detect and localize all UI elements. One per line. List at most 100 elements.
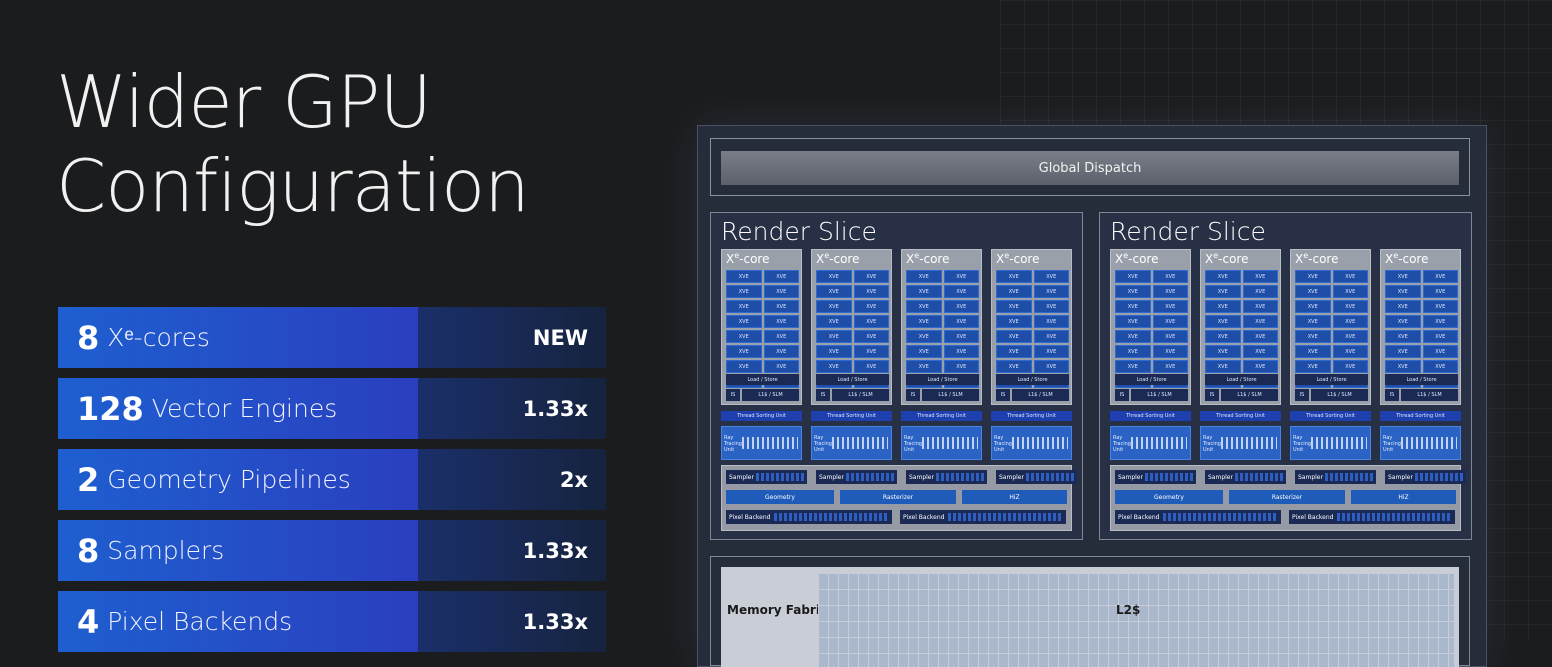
xe-core: Xe-core XVE XVE XVE XVE XVE XVE XVE XVE XVE XVE XVE… <box>991 249 1072 405</box>
xve-unit: XVE <box>1152 285 1188 298</box>
sampler-pattern <box>1415 473 1463 481</box>
stat-row-samplers: 8 Samplers 1.33x <box>58 520 606 581</box>
hiz-unit: HiZ <box>1351 490 1456 504</box>
xe-core-sup: e <box>914 251 920 260</box>
is-slm-row: IS L1$ / SLM <box>1385 389 1458 401</box>
xve-unit: XVE <box>1205 285 1241 298</box>
xe-core-label: Xe-core <box>816 251 860 266</box>
is-unit: IS <box>726 389 740 401</box>
l1-slm-unit: L1$ / SLM <box>1311 389 1368 401</box>
render-slice-title: Render Slice <box>721 217 877 246</box>
render-slice-title: Render Slice <box>1110 217 1266 246</box>
ray-tracing-unit: Ray Tracing Unit <box>811 426 892 460</box>
rasterizer-unit: Rasterizer <box>840 490 956 504</box>
sampler-unit: Sampler <box>1385 470 1466 484</box>
xve-unit: XVE <box>1385 315 1421 328</box>
xve-unit: XVE <box>1033 315 1069 328</box>
stat-change: 1.33x <box>418 591 606 652</box>
xve-unit: XVE <box>1332 345 1368 358</box>
stat-number: 8 <box>77 318 100 357</box>
hiz-unit: HiZ <box>962 490 1067 504</box>
is-slm-row: IS L1$ / SLM <box>726 389 799 401</box>
is-unit: IS <box>1115 389 1129 401</box>
xve-unit: XVE <box>1033 285 1069 298</box>
xve-unit: XVE <box>1242 360 1278 373</box>
xve-grid: XVE XVE XVE XVE XVE XVE XVE XVE XVE XVE XVE XVE XVE X… <box>906 270 979 388</box>
xe-core-sup: e <box>824 251 830 260</box>
xve-unit: XVE <box>1295 360 1331 373</box>
stat-label: Xᵉ-cores <box>107 322 210 352</box>
xe-core: Xe-core XVE XVE XVE XVE XVE XVE XVE XVE XVE XVE XVE… <box>1290 249 1371 405</box>
stat-number: 8 <box>77 531 100 570</box>
xve-unit: XVE <box>996 360 1032 373</box>
load-store-unit: Load / Store <box>906 374 979 385</box>
xve-unit: XVE <box>1385 345 1421 358</box>
stat-row-geometry-pipelines: 2 Geometry Pipelines 2x <box>58 449 606 510</box>
xve-unit: XVE <box>906 300 942 313</box>
render-slice-right: Render Slice Xe-core XVE XVE XVE XVE XVE XVE XV… <box>1099 212 1472 540</box>
xve-unit: XVE <box>1422 360 1458 373</box>
stat-change: 2x <box>418 449 606 510</box>
xve-unit: XVE <box>1115 300 1151 313</box>
xe-core: Xe-core XVE XVE XVE XVE XVE XVE XVE XVE XVE XVE XVE… <box>901 249 982 405</box>
xve-unit: XVE <box>763 360 799 373</box>
is-unit: IS <box>996 389 1010 401</box>
xve-unit: XVE <box>1033 345 1069 358</box>
xve-unit: XVE <box>943 285 979 298</box>
is-slm-row: IS L1$ / SLM <box>1205 389 1278 401</box>
xve-unit: XVE <box>763 315 799 328</box>
xve-unit: XVE <box>816 285 852 298</box>
xve-unit: XVE <box>1242 345 1278 358</box>
xe-core-label: Xe-core <box>1295 251 1339 266</box>
xve-unit: XVE <box>816 345 852 358</box>
xve-unit: XVE <box>943 315 979 328</box>
xe-core-sup: e <box>734 251 740 260</box>
xe-core-label: Xe-core <box>1205 251 1249 266</box>
xve-unit: XVE <box>1152 360 1188 373</box>
xve-unit: XVE <box>1242 315 1278 328</box>
sampler-pattern <box>936 473 984 481</box>
xve-unit: XVE <box>1242 300 1278 313</box>
xve-unit: XVE <box>943 300 979 313</box>
xve-unit: XVE <box>1332 285 1368 298</box>
xve-unit: XVE <box>906 315 942 328</box>
ray-tracing-pattern <box>1311 437 1367 449</box>
sampler-unit: Sampler <box>996 470 1077 484</box>
xe-core: Xe-core XVE XVE XVE XVE XVE XVE XVE XVE XVE XVE XVE… <box>1380 249 1461 405</box>
l1-slm-unit: L1$ / SLM <box>1012 389 1069 401</box>
gpu-block-diagram: Global Dispatch Render Slice Xe-core XVE X… <box>697 125 1487 667</box>
thread-sorting-unit: Thread Sorting Unit <box>1200 411 1281 421</box>
xe-core: Xe-core XVE XVE XVE XVE XVE XVE XVE XVE XVE XVE XVE… <box>811 249 892 405</box>
ray-tracing-pattern <box>742 437 798 449</box>
xve-unit: XVE <box>1115 330 1151 343</box>
xve-grid: XVE XVE XVE XVE XVE XVE XVE XVE XVE XVE XVE XVE XVE X… <box>1115 270 1188 388</box>
xve-unit: XVE <box>1205 330 1241 343</box>
xve-unit: XVE <box>1242 330 1278 343</box>
xve-unit: XVE <box>1152 300 1188 313</box>
pixel-backend-unit: Pixel Backend <box>726 510 892 524</box>
xve-grid: XVE XVE XVE XVE XVE XVE XVE XVE XVE XVE XVE XVE XVE X… <box>996 270 1069 388</box>
xve-grid: XVE XVE XVE XVE XVE XVE XVE XVE XVE XVE XVE XVE XVE X… <box>1295 270 1368 388</box>
ray-tracing-unit: Ray Tracing Unit <box>1380 426 1461 460</box>
page-title: Wider GPU Configuration <box>56 60 530 228</box>
xve-unit: XVE <box>1115 360 1151 373</box>
sampler-unit: Sampler <box>1295 470 1376 484</box>
xve-unit: XVE <box>816 300 852 313</box>
xve-unit: XVE <box>1295 300 1331 313</box>
xe-core: Xe-core XVE XVE XVE XVE XVE XVE XVE XVE XVE XVE XVE… <box>721 249 802 405</box>
is-slm-row: IS L1$ / SLM <box>1295 389 1368 401</box>
xve-unit: XVE <box>853 315 889 328</box>
xve-unit: XVE <box>1385 330 1421 343</box>
xve-unit: XVE <box>763 300 799 313</box>
xve-unit: XVE <box>853 300 889 313</box>
ray-tracing-unit: Ray Tracing Unit <box>1290 426 1371 460</box>
l1-slm-unit: L1$ / SLM <box>832 389 889 401</box>
load-store-unit: Load / Store <box>1205 374 1278 385</box>
xve-unit: XVE <box>906 270 942 283</box>
sampler-pattern <box>1325 473 1373 481</box>
xe-core-sup: e <box>1004 251 1010 260</box>
thread-sorting-unit: Thread Sorting Unit <box>991 411 1072 421</box>
xve-unit: XVE <box>906 285 942 298</box>
xve-unit: XVE <box>726 270 762 283</box>
l1-slm-unit: L1$ / SLM <box>922 389 979 401</box>
